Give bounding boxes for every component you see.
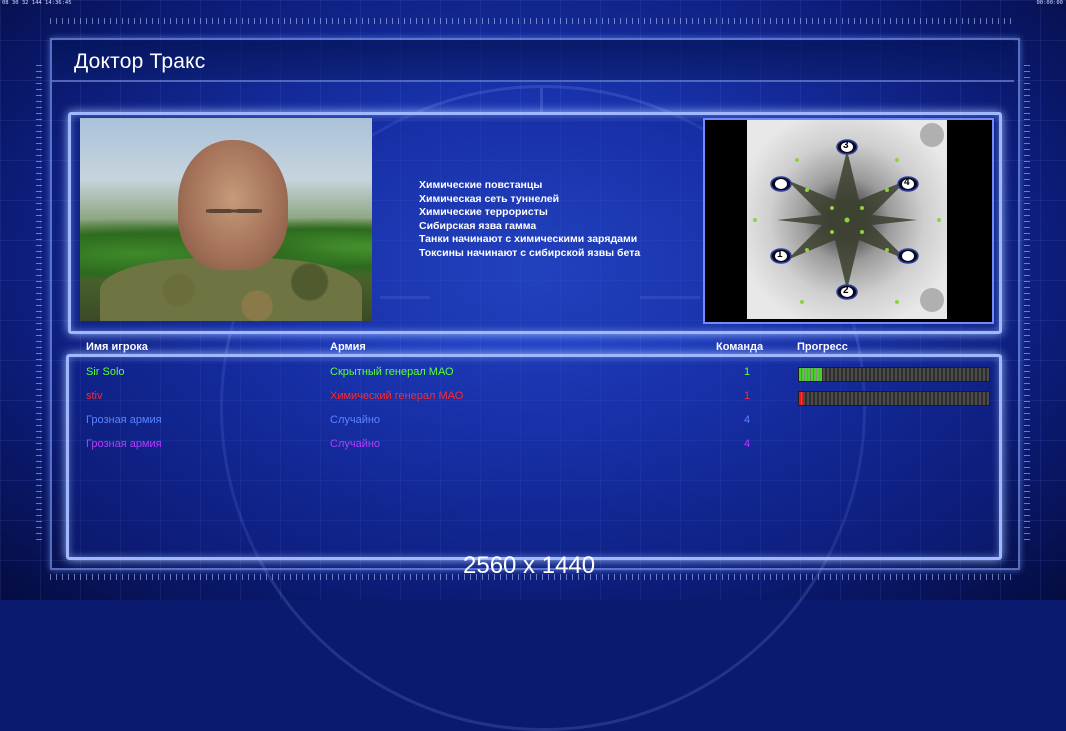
spawn-label: 2: [843, 285, 849, 296]
spawn-point-4: 4: [897, 176, 919, 192]
loading-progress-fill: [799, 368, 822, 381]
unit-item: Химические террористы: [419, 206, 548, 218]
top-ruler: [50, 18, 1016, 24]
player-army: Случайно: [330, 414, 381, 426]
spawn-point-3: 3: [836, 139, 858, 155]
spawn-point-empty: [770, 176, 792, 192]
player-team: 1: [744, 366, 751, 378]
left-ruler: [36, 60, 42, 540]
column-header-team: Команда: [716, 341, 764, 353]
table-row: Грозная армия Случайно 4: [0, 414, 1066, 430]
map-corner-features: [920, 123, 944, 312]
table-row: Sir Solo Скрытный генерал МАО 1: [0, 366, 1066, 382]
column-header-progress: Прогресс: [797, 341, 848, 353]
spawn-label: 3: [843, 140, 849, 151]
portrait-head: [178, 140, 288, 270]
player-name: Грозная армия: [86, 438, 162, 450]
resolution-label: 2560 x 1440: [463, 552, 596, 579]
player-name: Sir Solo: [86, 366, 125, 378]
spawn-label: 4: [904, 177, 910, 188]
right-ruler: [1024, 60, 1030, 540]
player-table: [66, 354, 1002, 560]
general-portrait: [80, 118, 372, 321]
loading-progress-bar: [798, 391, 990, 406]
player-name: Грозная армия: [86, 414, 162, 426]
player-team: 4: [744, 414, 751, 426]
column-header-name: Имя игрока: [86, 341, 148, 353]
unit-list: Химические повстанцы Химическая сеть тун…: [419, 179, 640, 260]
spawn-point-1: 1: [770, 248, 792, 264]
loading-progress-fill: [799, 392, 803, 405]
player-army: Химический генерал МАО: [330, 390, 464, 402]
status-clock: 00:00:00: [1036, 0, 1064, 6]
player-team: 1: [744, 390, 751, 402]
unit-item: Сибирская язва гамма: [419, 219, 537, 232]
unit-item: Токсины начинают с сибирской язвы бета: [419, 246, 641, 259]
spawn-point-empty: [897, 248, 919, 264]
column-header-army: Армия: [330, 341, 366, 353]
table-row: stiv Химический генерал МАО 1: [0, 390, 1066, 406]
status-bar: 08 30 32 144 14:36:45 00:00:00: [0, 0, 1066, 8]
portrait-eyes: [206, 206, 262, 216]
loading-progress-bar: [798, 367, 990, 382]
spawn-point-2: 2: [836, 284, 858, 300]
map-preview: 3 4 1 2: [747, 120, 947, 319]
unit-item: Танки начинают с химическими зарядами: [419, 233, 638, 245]
unit-item: Химическая сеть туннелей: [419, 192, 560, 205]
player-name: stiv: [86, 390, 103, 402]
player-army: Случайно: [330, 438, 381, 450]
unit-item: Химические повстанцы: [419, 179, 543, 191]
player-army: Скрытный генерал МАО: [330, 366, 454, 378]
spawn-label: 1: [777, 249, 783, 260]
table-row: Грозная армия Случайно 4: [0, 438, 1066, 454]
player-team: 4: [744, 438, 751, 450]
status-left: 08 30 32 144 14:36:45: [2, 0, 72, 6]
page-title: Доктор Тракс: [74, 50, 206, 73]
